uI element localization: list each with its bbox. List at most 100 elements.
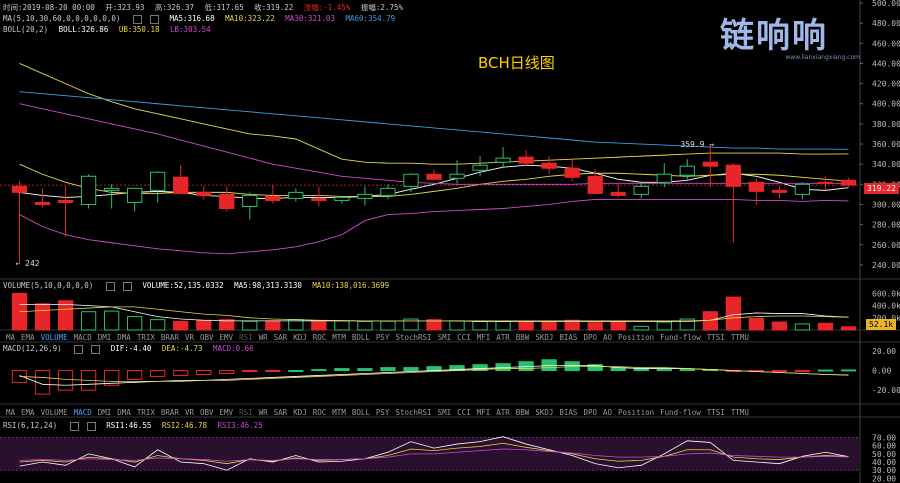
macd-tab-emv[interactable]: EMV [220, 408, 234, 417]
macd-tab-sar[interactable]: SAR [274, 408, 288, 417]
close-label: 收:319.22 [254, 3, 294, 12]
candle-body [495, 157, 511, 163]
candle-body [702, 161, 718, 167]
macd-tab-rsi[interactable]: RSI [239, 408, 253, 417]
macd-tab-ao[interactable]: AO [603, 408, 612, 417]
ma30-value: MA30:321.03 [285, 14, 335, 23]
volume-tab-position[interactable]: Position [618, 333, 654, 342]
macd-tab-stochrsi[interactable]: StochRSI [395, 408, 431, 417]
macd-tab-dmi[interactable]: DMI [98, 408, 112, 417]
volume-tab-smi[interactable]: SMI [438, 333, 452, 342]
macd-tab-cci[interactable]: CCI [457, 408, 471, 417]
macd-tab-dpo[interactable]: DPO [583, 408, 597, 417]
volume-tab-trix[interactable]: TRIX [137, 333, 155, 342]
ma-settings-icon[interactable] [132, 14, 142, 24]
macd-tab-macd[interactable]: MACD [74, 408, 92, 417]
volume-tab-cci[interactable]: CCI [457, 333, 471, 342]
rsi1-value: RSI1:46.55 [106, 421, 152, 430]
volume-tab-dma[interactable]: DMA [117, 333, 131, 342]
macd-tab-bias[interactable]: BIAS [559, 408, 577, 417]
volume-tab-ao[interactable]: AO [603, 333, 612, 342]
volume-tab-roc[interactable]: ROC [313, 333, 327, 342]
logo-text: 链响响 [720, 16, 828, 56]
macd-tab-trix[interactable]: TRIX [137, 408, 155, 417]
volume-bar [449, 320, 465, 331]
macd-tab-wr[interactable]: WR [259, 408, 268, 417]
macd-tab-dma[interactable]: DMA [117, 408, 131, 417]
macd-bar [196, 370, 212, 375]
macd-tab-brar[interactable]: BRAR [161, 408, 179, 417]
volume-tab-bbw[interactable]: BBW [516, 333, 530, 342]
volume-params: VOLUME(5,10,0,0,0,0) [3, 281, 94, 290]
volume-tab-skdj[interactable]: SKDJ [535, 333, 553, 342]
volume-tab-ema[interactable]: EMA [21, 333, 35, 342]
macd-tab-boll[interactable]: BOLL [352, 408, 370, 417]
macd-tab-vr[interactable]: VR [185, 408, 194, 417]
volume-close-icon[interactable] [122, 281, 132, 291]
volume-tab-emv[interactable]: EMV [220, 333, 234, 342]
volume-tab-sar[interactable]: SAR [274, 333, 288, 342]
volume-tab-ttmu[interactable]: TTMU [731, 333, 749, 342]
volume-tab-kdj[interactable]: KDJ [293, 333, 307, 342]
series-line-ma60 [19, 91, 849, 150]
macd-bar [127, 370, 143, 380]
macd-tab-kdj[interactable]: KDJ [293, 408, 307, 417]
volume-tab-fund-flow[interactable]: Fund-flow [660, 333, 701, 342]
volume-tab-mfi[interactable]: MFI [477, 333, 491, 342]
macd-tab-psy[interactable]: PSY [376, 408, 390, 417]
macd-bar [57, 370, 74, 391]
volume-tab-boll[interactable]: BOLL [352, 333, 370, 342]
volume-tab-vr[interactable]: VR [185, 333, 194, 342]
macd-tab-atr[interactable]: ATR [496, 408, 510, 417]
macd-params: MACD(12,26,9) [3, 344, 62, 353]
volume-tab-atr[interactable]: ATR [496, 333, 510, 342]
volume-tab-rsi[interactable]: RSI [239, 333, 253, 342]
volume-tab-mtm[interactable]: MTM [332, 333, 346, 342]
series-line-lb [19, 198, 849, 255]
macd-dea-value: DEA:-4.73 [161, 344, 203, 353]
candle-body [794, 183, 811, 195]
macd-tab-fund-flow[interactable]: Fund-flow [660, 408, 701, 417]
volume-tab-ttsi[interactable]: TTSI [707, 333, 725, 342]
rsi-settings-icon[interactable] [69, 421, 79, 431]
ma-info: MA(5,10,30,60,0,0,0,0,0,0) MA5:316.68 MA… [3, 14, 401, 24]
macd-tab-volume[interactable]: VOLUME [41, 408, 68, 417]
volume-tab-brar[interactable]: BRAR [161, 333, 179, 342]
macd-tab-position[interactable]: Position [618, 408, 654, 417]
volume-bar [587, 322, 603, 331]
candle-body [265, 195, 281, 201]
ma-close-icon[interactable] [149, 14, 159, 24]
macd-close-icon[interactable] [91, 344, 101, 354]
volume-tab-stochrsi[interactable]: StochRSI [395, 333, 431, 342]
macd-settings-icon[interactable] [74, 344, 84, 354]
volume-tick-label: 400.0k [872, 302, 900, 311]
volume-settings-icon[interactable] [105, 281, 115, 291]
volume-bar [57, 300, 74, 331]
macd-tab-bbw[interactable]: BBW [516, 408, 530, 417]
macd-tab-roc[interactable]: ROC [313, 408, 327, 417]
ohlc-info: 时间:2019-08-20 00:00 开:323.93 高:326.37 低:… [3, 3, 409, 12]
macd-tab-ttsi[interactable]: TTSI [707, 408, 725, 417]
volume-tab-macd[interactable]: MACD [74, 333, 92, 342]
volume-tab-volume[interactable]: VOLUME [41, 333, 68, 342]
macd-tab-mtm[interactable]: MTM [332, 408, 346, 417]
rsi-close-icon[interactable] [86, 421, 96, 431]
volume-tab-bias[interactable]: BIAS [559, 333, 577, 342]
macd-tab-skdj[interactable]: SKDJ [535, 408, 553, 417]
macd-tab-obv[interactable]: OBV [200, 408, 214, 417]
macd-tab-ma[interactable]: MA [6, 408, 15, 417]
volume-ma10-value: MA10:138,016.3699 [312, 281, 390, 290]
volume-tab-dpo[interactable]: DPO [583, 333, 597, 342]
macd-tab-ema[interactable]: EMA [21, 408, 35, 417]
price-tick-label: 440.00 [872, 59, 900, 68]
volume-tab-obv[interactable]: OBV [200, 333, 214, 342]
macd-tab-mfi[interactable]: MFI [477, 408, 491, 417]
ma10-value: MA10:323.22 [225, 14, 275, 23]
macd-tab-smi[interactable]: SMI [438, 408, 452, 417]
volume-tab-psy[interactable]: PSY [376, 333, 390, 342]
volume-tab-dmi[interactable]: DMI [98, 333, 112, 342]
macd-tab-ttmu[interactable]: TTMU [731, 408, 749, 417]
volume-tab-wr[interactable]: WR [259, 333, 268, 342]
price-tick-label: 380.00 [872, 120, 900, 129]
volume-tab-ma[interactable]: MA [6, 333, 15, 342]
